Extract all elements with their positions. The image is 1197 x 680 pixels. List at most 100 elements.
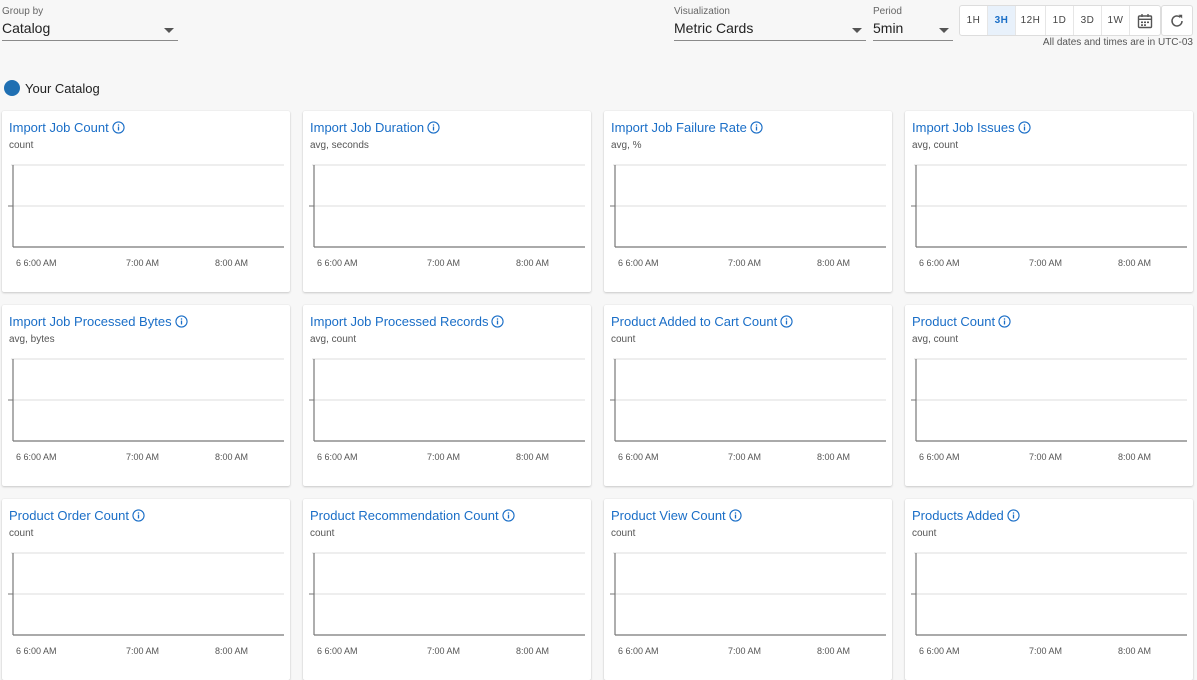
metric-card-title[interactable]: Import Job Processed Bytes — [9, 314, 188, 329]
chevron-down-icon[interactable] — [939, 28, 949, 33]
metric-card-subtitle: count — [611, 334, 636, 345]
metric-card-title[interactable]: Products Added — [912, 508, 1020, 523]
info-icon[interactable] — [132, 509, 145, 522]
x-tick-label: 6 6:00 AM — [618, 452, 659, 462]
group-by-label: Group by — [2, 6, 44, 17]
info-icon[interactable] — [780, 315, 793, 328]
x-tick-label: 8:00 AM — [817, 646, 850, 656]
refresh-icon — [1171, 14, 1183, 27]
info-icon[interactable] — [998, 315, 1011, 328]
x-tick-label: 7:00 AM — [728, 646, 761, 656]
group-by-select[interactable]: Group by Catalog — [2, 4, 178, 41]
metric-card-subtitle: count — [912, 528, 937, 539]
metric-card-title-text: Product Added to Cart Count — [611, 314, 778, 329]
metric-chart: 6 6:00 AM 7:00 AM 8:00 AM — [911, 358, 1187, 462]
metric-card-title[interactable]: Import Job Duration — [310, 120, 440, 135]
info-icon[interactable] — [112, 121, 125, 134]
range-button-1d[interactable]: 1D — [1046, 6, 1074, 35]
info-icon[interactable] — [1017, 121, 1031, 134]
info-icon[interactable] — [427, 121, 440, 134]
catalog-header: Your Catalog — [4, 80, 100, 96]
x-tick-label: 8:00 AM — [516, 646, 549, 656]
metric-card-subtitle: count — [310, 528, 335, 539]
metric-card-title[interactable]: Product Recommendation Count — [310, 508, 515, 523]
range-button-3h[interactable]: 3H — [988, 6, 1016, 35]
x-tick-label: 7:00 AM — [1029, 452, 1062, 462]
visualization-value: Metric Cards — [674, 20, 754, 36]
metric-card-subtitle: count — [611, 528, 636, 539]
metric-card: Import Job Processed Records avg, count 6 … — [303, 305, 591, 486]
metric-card: Import Job Duration avg, seconds 6 6:00 AM… — [303, 111, 591, 292]
x-tick-label: 7:00 AM — [126, 258, 159, 268]
visualization-select[interactable]: Visualization Metric Cards — [674, 4, 866, 41]
catalog-color-dot — [4, 80, 20, 96]
info-icon[interactable] — [729, 509, 742, 522]
x-tick-label: 6 6:00 AM — [919, 646, 960, 656]
period-label: Period — [873, 6, 902, 17]
metric-card: Products Added count 6 6:00 AM 7:00 AM 8:00 … — [905, 499, 1193, 680]
range-button-3d[interactable]: 3D — [1074, 6, 1102, 35]
range-button-1w[interactable]: 1W — [1102, 6, 1130, 35]
x-tick-label: 8:00 AM — [1118, 452, 1151, 462]
metric-card: Product Order Count count 6 6:00 AM 7:00 AM… — [2, 499, 290, 680]
x-tick-label: 6 6:00 AM — [919, 452, 960, 462]
refresh-button[interactable] — [1161, 5, 1193, 36]
metric-card-title[interactable]: Product Added to Cart Count — [611, 314, 793, 329]
info-icon[interactable] — [501, 509, 515, 522]
info-icon[interactable] — [1007, 509, 1020, 522]
x-tick-label: 8:00 AM — [215, 452, 248, 462]
x-tick-label: 6 6:00 AM — [317, 646, 358, 656]
x-tick-label: 6 6:00 AM — [618, 646, 659, 656]
metric-chart: 6 6:00 AM 7:00 AM 8:00 AM — [8, 164, 284, 268]
catalog-name: Your Catalog — [25, 80, 100, 96]
metric-card-title-text: Import Job Processed Records — [310, 314, 489, 329]
x-tick-label: 8:00 AM — [516, 258, 549, 268]
metric-card-subtitle: avg, % — [611, 140, 642, 151]
metric-card-title[interactable]: Import Job Processed Records — [310, 314, 505, 329]
range-button-1h[interactable]: 1H — [960, 6, 988, 35]
x-tick-label: 8:00 AM — [516, 452, 549, 462]
period-select[interactable]: Period 5min — [873, 4, 953, 41]
metric-card-title[interactable]: Product Count — [912, 314, 1011, 329]
timezone-note: All dates and times are in UTC-03 — [1042, 37, 1193, 48]
metric-card-title[interactable]: Import Job Issues — [912, 120, 1031, 135]
metric-chart: 6 6:00 AM 7:00 AM 8:00 AM — [911, 164, 1187, 268]
x-tick-label: 7:00 AM — [1029, 646, 1062, 656]
chevron-down-icon[interactable] — [164, 28, 174, 33]
metric-card-title[interactable]: Import Job Failure Rate — [611, 120, 763, 135]
calendar-icon — [1137, 13, 1153, 28]
x-tick-label: 8:00 AM — [817, 452, 850, 462]
calendar-button[interactable] — [1130, 6, 1160, 35]
metric-card-title[interactable]: Import Job Count — [9, 120, 125, 135]
metric-chart: 6 6:00 AM 7:00 AM 8:00 AM — [610, 164, 886, 268]
period-value: 5min — [873, 20, 904, 36]
x-tick-label: 7:00 AM — [728, 452, 761, 462]
metric-card-title-text: Import Job Failure Rate — [611, 120, 747, 135]
metric-card-title-text: Product Count — [912, 314, 996, 329]
metric-chart: 6 6:00 AM 7:00 AM 8:00 AM — [610, 358, 886, 462]
x-tick-label: 6 6:00 AM — [618, 258, 659, 268]
info-icon[interactable] — [174, 315, 188, 328]
metric-card-subtitle: avg, count — [912, 140, 959, 151]
metric-chart: 6 6:00 AM 7:00 AM 8:00 AM — [309, 358, 585, 462]
x-tick-label: 7:00 AM — [427, 646, 460, 656]
metric-card-title-text: Product Order Count — [9, 508, 129, 523]
metric-card: Import Job Processed Bytes avg, bytes 6 6:… — [2, 305, 290, 486]
x-tick-label: 8:00 AM — [215, 646, 248, 656]
metric-card: Product Added to Cart Count count 6 6:00 A… — [604, 305, 892, 486]
info-icon[interactable] — [750, 121, 763, 134]
x-tick-label: 7:00 AM — [1029, 258, 1062, 268]
metric-card-title[interactable]: Product Order Count — [9, 508, 145, 523]
metric-card-title-text: Import Job Duration — [310, 120, 425, 135]
metric-card-title-text: Import Job Processed Bytes — [9, 314, 172, 329]
chevron-down-icon[interactable] — [852, 28, 862, 33]
range-button-12h[interactable]: 12H — [1016, 6, 1046, 35]
x-tick-label: 7:00 AM — [126, 452, 159, 462]
metric-card: Import Job Failure Rate avg, % 6 6:00 AM 7:… — [604, 111, 892, 292]
x-tick-label: 7:00 AM — [126, 646, 159, 656]
metric-card-title[interactable]: Product View Count — [611, 508, 742, 523]
metric-card-subtitle: count — [9, 140, 34, 151]
x-tick-label: 6 6:00 AM — [317, 452, 358, 462]
x-tick-label: 6 6:00 AM — [16, 646, 57, 656]
info-icon[interactable] — [491, 315, 505, 328]
